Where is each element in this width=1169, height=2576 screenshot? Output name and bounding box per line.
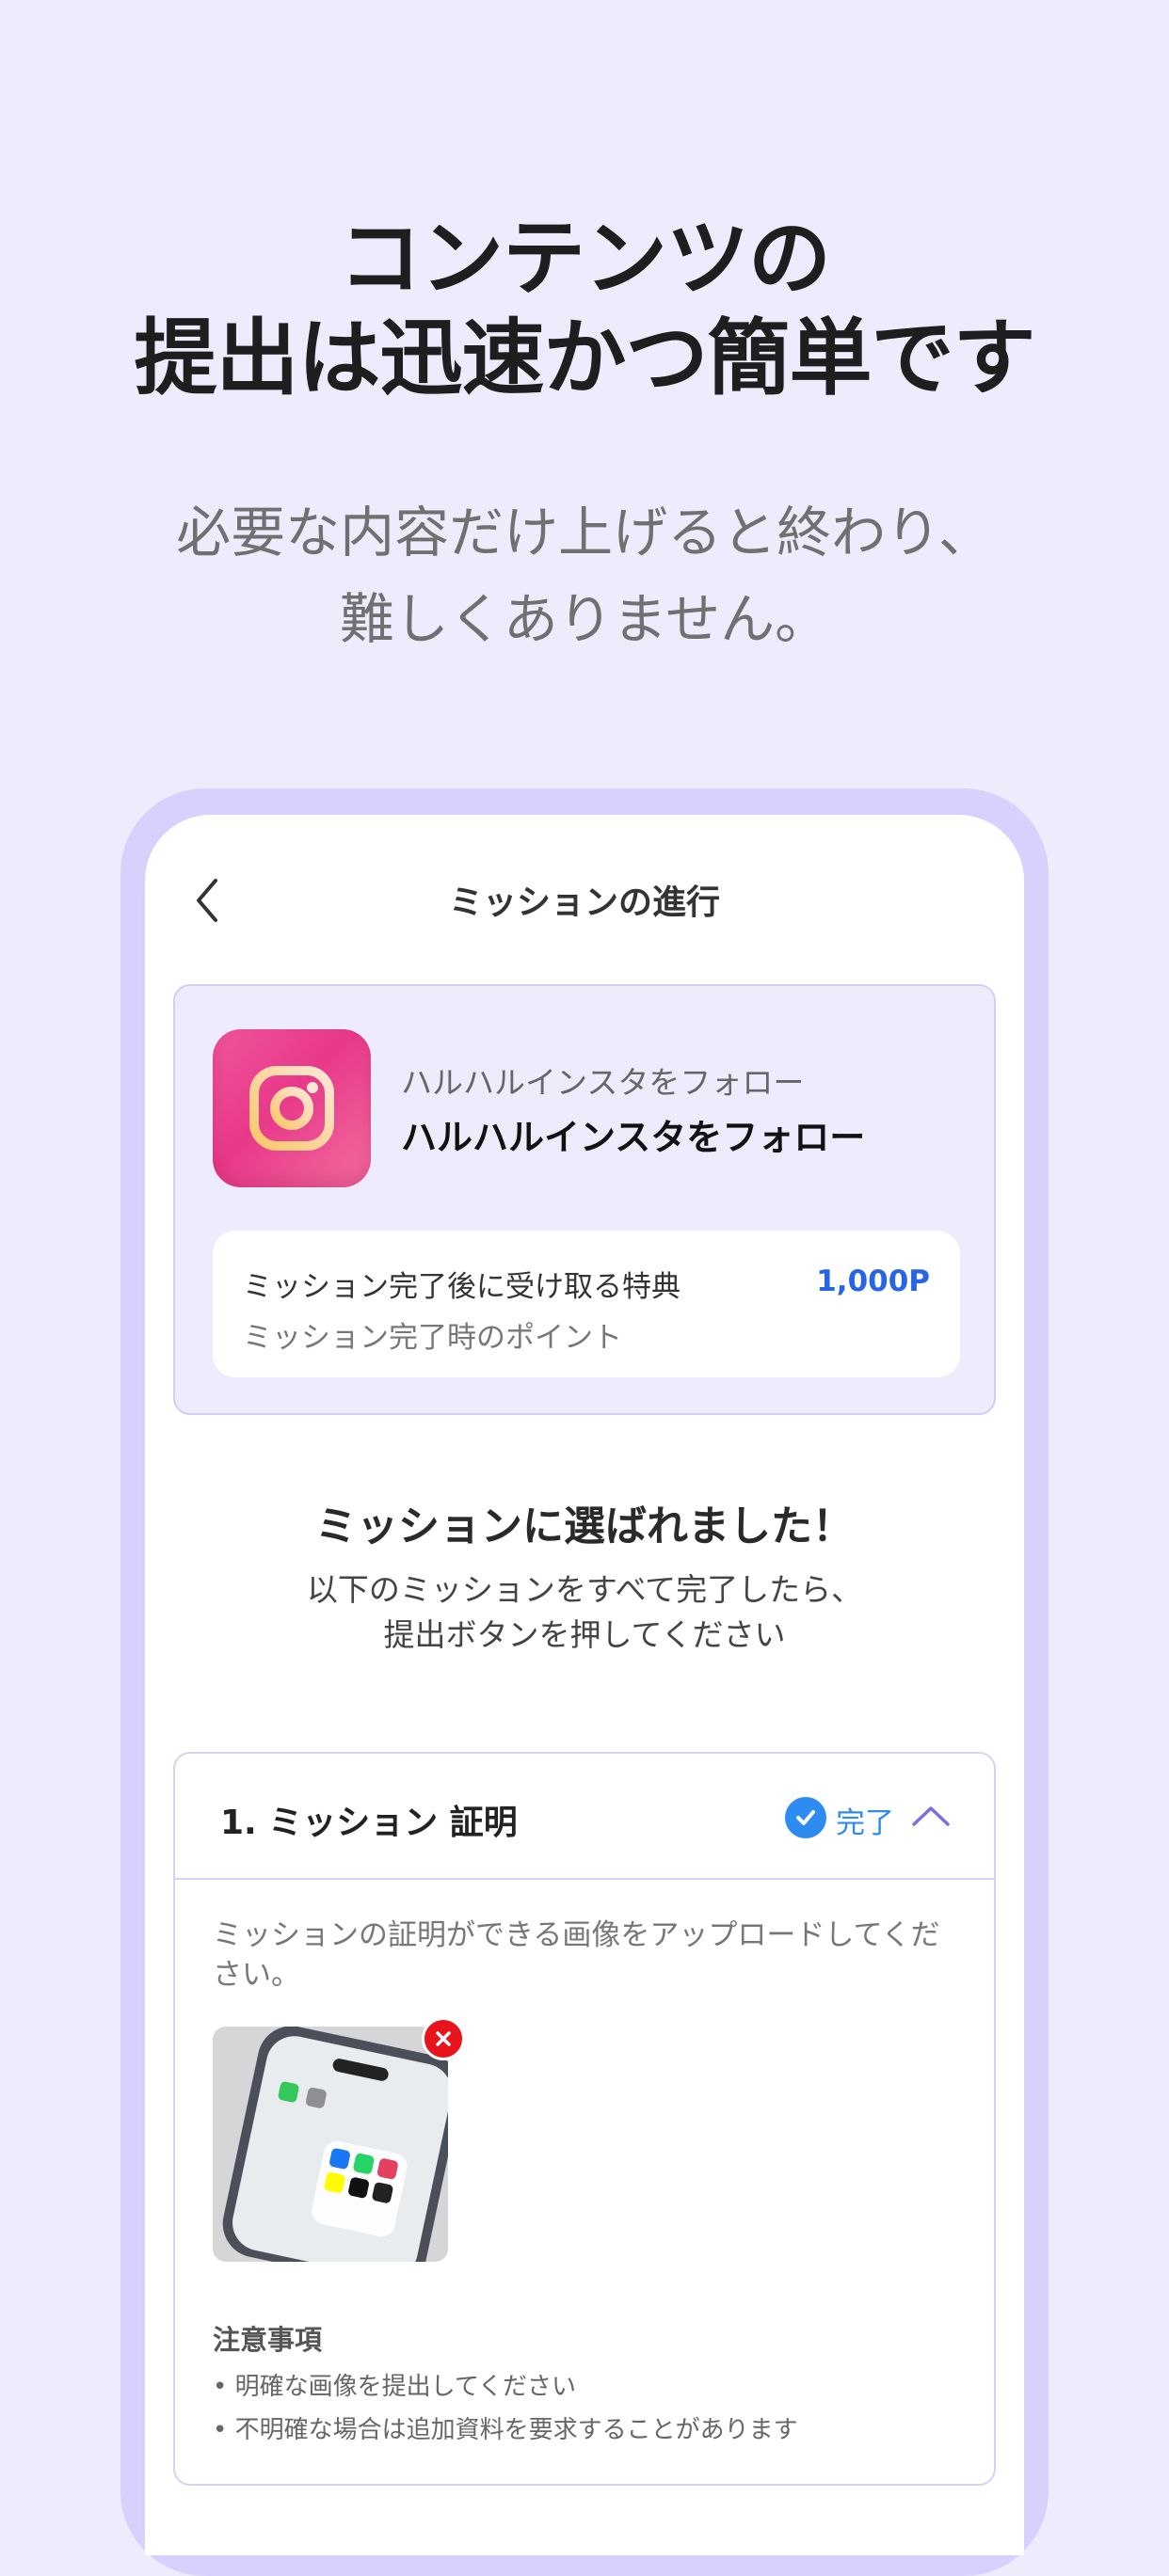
check-circle-icon: [785, 1797, 826, 1838]
selected-description: 以下のミッションをすべて完了したら、 提出ボタンを押してください: [145, 1567, 1024, 1658]
mission-card: ハルハルインスタをフォロー ハルハルインスタをフォロー ミッション完了後に受け取…: [173, 984, 996, 1415]
collapse-button[interactable]: [907, 1797, 954, 1835]
hero-subtitle-line1: 必要な内容だけ上げると終わり、: [176, 501, 993, 564]
mission-title: ハルハルインスタをフォロー: [401, 1117, 866, 1158]
uploaded-image-thumbnail[interactable]: [213, 2027, 448, 2262]
notice-title: 注意事項: [213, 2324, 323, 2356]
reward-label: ミッション完了後に受け取る特典: [243, 1270, 681, 1304]
hero-subtitle: 必要な内容だけ上げると終わり、 難しくありません。: [0, 489, 1169, 662]
hero-title-line2: 提出は迅速かつ簡単です: [134, 310, 1035, 406]
hero-title: コンテンツの 提出は迅速かつ簡単です: [0, 209, 1169, 408]
step-title: 1. ミッション 証明: [220, 1804, 518, 1842]
selected-title: ミッションに選ばれました！: [315, 1503, 854, 1550]
nav-title: ミッションの進行: [448, 883, 720, 922]
nav-bar: ミッションの進行: [145, 815, 1024, 975]
selected-desc-line2: 提出ボタンを押してください: [383, 1616, 786, 1653]
step-status: 完了: [836, 1806, 894, 1840]
reward-points: 1,000P: [816, 1264, 930, 1298]
selected-desc-line1: 以下のミッションをすべて完了したら、: [306, 1571, 863, 1608]
chevron-up-icon: [912, 1806, 950, 1826]
hero-subtitle-line2: 難しくありません。: [339, 587, 830, 651]
notice-item: • 不明確な場合は追加資料を要求することがあります: [213, 2416, 798, 2444]
close-icon: [436, 2031, 451, 2046]
hero-title-line1: コンテンツの: [338, 210, 831, 307]
reward-description: ミッション完了時のポイント: [243, 1321, 622, 1355]
instagram-icon: [213, 1029, 371, 1187]
mission-step-card: 1. ミッション 証明 完了 ミッションの証明ができる画像をアップロードしてくだ…: [173, 1752, 996, 2486]
upload-description: ミッションの証明ができる画像をアップロードしてください。: [213, 1918, 940, 1992]
reward-box: ミッション完了後に受け取る特典 ミッション完了時のポイント 1,000P: [213, 1231, 960, 1377]
step-header[interactable]: 1. ミッション 証明 完了: [175, 1754, 994, 1880]
remove-image-button[interactable]: [422, 2017, 465, 2060]
phone-screen: ミッションの進行 ハルハルインスタをフォロー ハルハルインスタをフォロー ミッシ…: [145, 815, 1024, 2555]
notice-item: • 明確な画像を提出してください: [213, 2373, 577, 2401]
mission-subtitle: ハルハルインスタをフォロー: [401, 1064, 805, 1101]
